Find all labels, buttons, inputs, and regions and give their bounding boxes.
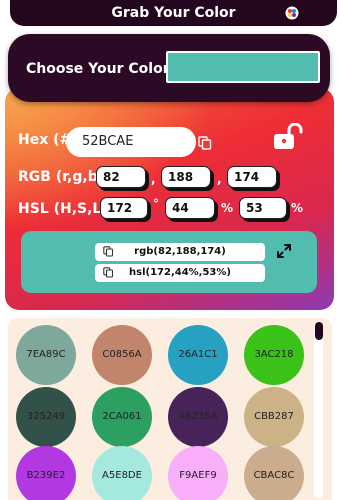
palette-icon[interactable] (285, 6, 299, 20)
color-swatch-9[interactable]: B239E2 (16, 446, 76, 500)
color-swatch-12[interactable]: CBAC8C (244, 446, 304, 500)
color-swatch-2[interactable]: C0856A (92, 325, 152, 385)
rgb-label: RGB (r,g,b) (18, 169, 105, 185)
hsl-s-input[interactable]: 44 (165, 197, 215, 219)
color-swatch-3[interactable]: 26A1C1 (168, 325, 228, 385)
hex-input[interactable]: 52BCAE (66, 127, 196, 157)
rgb-separator: , (217, 172, 222, 186)
color-swatch-4[interactable]: 3AC218 (244, 325, 304, 385)
degree-unit: ° (153, 197, 159, 211)
palette-scrollbar-thumb[interactable] (315, 322, 323, 340)
hsl-output-text: hsl(172,44%,53%) (129, 267, 231, 278)
rgb-copy-chip[interactable]: rgb(82,188,174) (95, 243, 265, 261)
color-swatch-5[interactable]: 325249 (16, 387, 76, 447)
saved-colors-panel: 7EA89C C0856A 26A1C1 3AC218 325249 2CA06… (8, 318, 332, 500)
hsl-l-input[interactable]: 53 (239, 197, 287, 219)
color-output-card: rgb(82,188,174) hsl(172,44%,53%) (21, 231, 317, 293)
rgb-g-input[interactable]: 188 (161, 166, 211, 188)
palette-scrollbar-track[interactable] (314, 322, 323, 498)
color-picker-swatch[interactable] (166, 51, 320, 83)
title-bar: Grab Your Color (10, 0, 337, 26)
percent-unit: % (291, 201, 304, 215)
rgb-separator: , (151, 172, 156, 186)
color-swatch-11[interactable]: F9AEF9 (168, 446, 228, 500)
rgb-b-input[interactable]: 174 (227, 166, 277, 188)
choose-color-card: Choose Your Color (8, 34, 330, 102)
expand-icon[interactable] (277, 244, 291, 258)
color-swatch-6[interactable]: 2CA061 (92, 387, 152, 447)
copy-icon[interactable] (198, 136, 212, 150)
color-swatch-7[interactable]: 48235A (168, 387, 228, 447)
color-swatch-1[interactable]: 7EA89C (16, 325, 76, 385)
percent-unit: % (221, 201, 234, 215)
color-swatch-10[interactable]: A5E8DE (92, 446, 152, 500)
rgb-r-input[interactable]: 82 (96, 166, 146, 188)
color-swatch-8[interactable]: CBB287 (244, 387, 304, 447)
hsl-h-input[interactable]: 172 (100, 197, 148, 219)
rgb-output-text: rgb(82,188,174) (134, 246, 226, 257)
hsl-copy-chip[interactable]: hsl(172,44%,53%) (95, 264, 265, 282)
choose-color-label: Choose Your Color (26, 61, 170, 77)
hsl-label: HSL (H,S,L) (18, 201, 108, 217)
unlock-icon[interactable] (272, 123, 304, 151)
